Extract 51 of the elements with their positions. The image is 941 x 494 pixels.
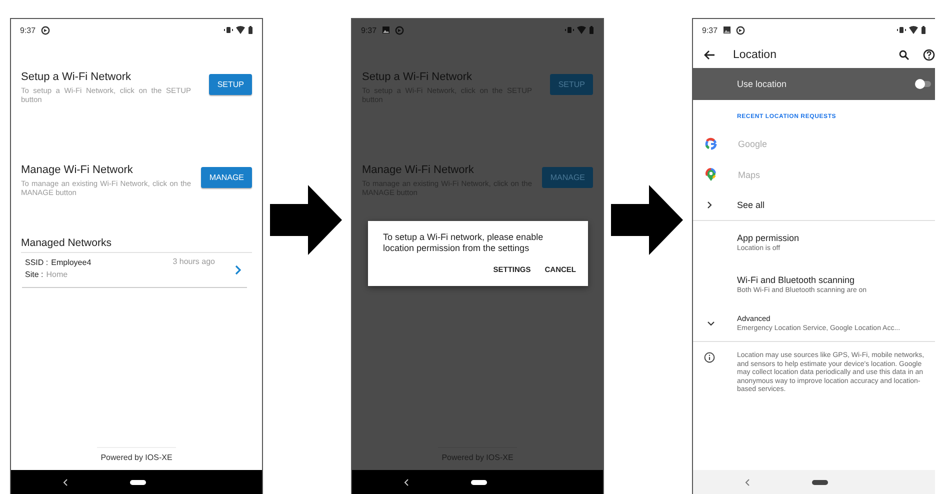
setting-title[interactable]: App permission (737, 232, 800, 242)
status-time: 9:37 (361, 26, 377, 34)
arrow-icon (611, 185, 683, 255)
setting-title[interactable]: Wi-Fi and Bluetooth scanning (737, 274, 867, 284)
page-title: Location (733, 48, 778, 60)
ssid-label: SSID : (25, 257, 48, 269)
battery-icon (589, 26, 594, 34)
section-title: Setup a Wi-Fi Network (21, 71, 132, 83)
back-chevron-icon (745, 478, 750, 486)
back-arrow-icon (704, 50, 715, 60)
back-chevron-icon (63, 478, 68, 486)
section-title: Manage Wi-Fi Network (21, 164, 134, 176)
home-pill-icon[interactable] (130, 480, 146, 484)
section-title: Manage Wi-Fi Network (362, 164, 475, 176)
status-time: 9:37 (702, 26, 718, 34)
battery-icon (248, 26, 253, 34)
action-button[interactable]: SETUP (209, 74, 252, 95)
home-pill-icon[interactable] (812, 480, 828, 484)
home-pill-icon[interactable] (471, 480, 487, 484)
battery-icon (921, 26, 926, 34)
list-title: Managed Networks (21, 237, 252, 253)
chevron-right-icon (235, 265, 241, 275)
vibrate-icon (565, 26, 574, 34)
setting-title[interactable]: See all (737, 200, 765, 210)
vibrate-icon (224, 26, 233, 34)
help-icon (923, 48, 935, 60)
section-title: Setup a Wi-Fi Network (362, 71, 474, 83)
wifi-icon (577, 26, 586, 34)
vibrate-icon (897, 26, 906, 34)
master-switch-bar[interactable]: Use location (693, 68, 935, 100)
toggle-switch[interactable] (917, 81, 931, 87)
chevron-down-icon (707, 320, 715, 326)
switch-label: Use location (737, 79, 787, 89)
arrow-icon (270, 185, 342, 255)
back-chevron-icon (404, 478, 409, 486)
info-icon (704, 352, 715, 363)
map-pin-icon (704, 168, 718, 182)
chevron-right-icon (707, 201, 712, 209)
timestamp: 3 hours ago (172, 257, 215, 266)
colored-ring-icon (704, 136, 718, 150)
network-list-item[interactable]: SSID : Employee4 Site : Home 3 hours ago (22, 253, 247, 288)
wifi-icon (236, 26, 245, 34)
footer-text: Powered by IOS-XE (96, 447, 176, 468)
site-label: Site : (25, 269, 44, 281)
dialog-message: To setup a Wi-Fi network, please enable location permission from the settings (383, 232, 544, 254)
site-value: Home (46, 269, 68, 281)
action-button[interactable]: MANAGE (201, 167, 252, 188)
status-time: 9:37 (20, 26, 36, 34)
search-icon (899, 50, 909, 60)
wifi-icon (909, 26, 918, 34)
ssid-value: Employee4 (51, 257, 92, 269)
